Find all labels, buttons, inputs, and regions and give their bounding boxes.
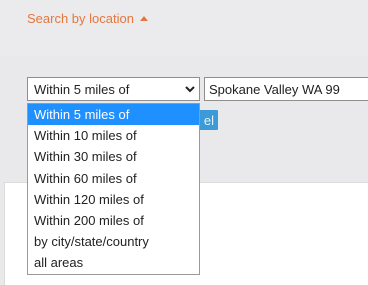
chevron-down-icon <box>181 78 199 100</box>
radius-select[interactable]: Within 5 miles of <box>27 77 200 101</box>
search-by-location-label: Search by location <box>27 10 134 26</box>
radius-dropdown-list: Within 5 miles of Within 10 miles of Wit… <box>27 103 200 275</box>
radius-option[interactable]: Within 5 miles of <box>28 104 199 126</box>
radius-option[interactable]: Within 10 miles of <box>28 125 199 146</box>
radius-option[interactable]: Within 200 miles of <box>28 210 199 231</box>
caret-up-icon <box>139 16 148 21</box>
radius-option[interactable]: all areas <box>28 252 199 273</box>
search-button-label: el <box>203 112 214 128</box>
radius-option[interactable]: Within 60 miles of <box>28 168 199 189</box>
search-by-location-toggle[interactable]: Search by location <box>27 9 148 27</box>
radius-option[interactable]: Within 120 miles of <box>28 189 199 210</box>
radius-select-value: Within 5 miles of <box>34 81 130 97</box>
radius-option[interactable]: Within 30 miles of <box>28 146 199 167</box>
radius-option[interactable]: by city/state/country <box>28 231 199 252</box>
location-input[interactable] <box>204 77 368 101</box>
